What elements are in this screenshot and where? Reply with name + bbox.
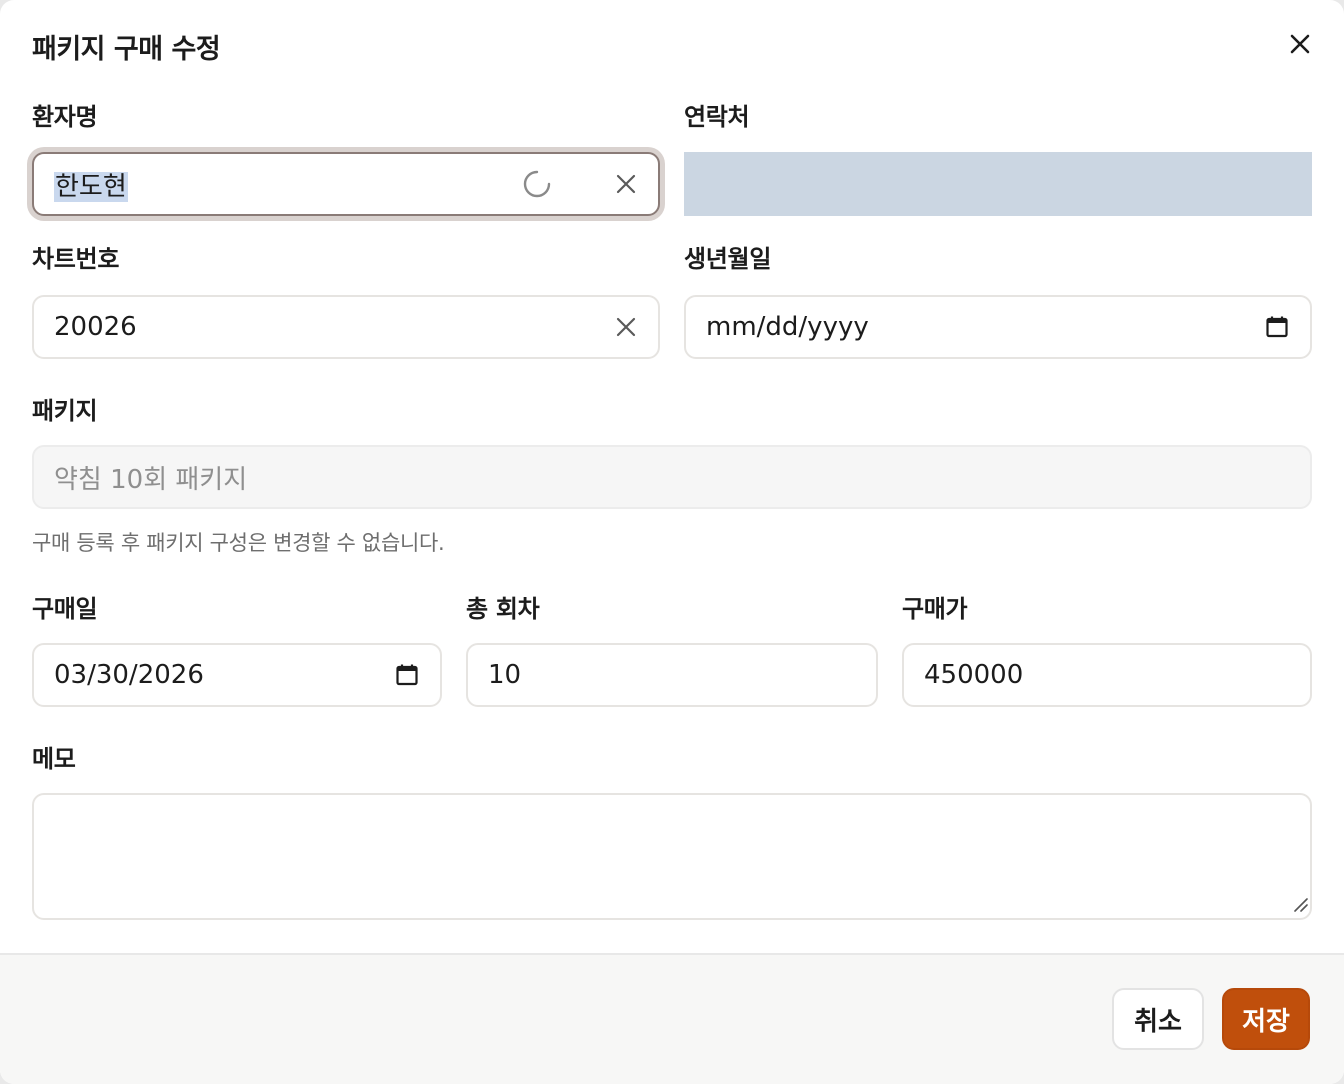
total-sessions-input[interactable]: 10 (466, 643, 878, 707)
package-label: 패키지 (32, 397, 98, 425)
memo-label: 메모 (32, 745, 76, 773)
total-sessions-label: 총 회차 (466, 595, 540, 623)
patient-name-input[interactable]: 한도현 (32, 152, 660, 216)
save-button[interactable]: 저장 (1222, 988, 1310, 1050)
purchase-date-value: 03/30/2026 (54, 660, 204, 690)
close-icon (1288, 32, 1312, 60)
loading-spinner-icon (522, 169, 552, 199)
birthdate-placeholder: mm/dd/yyyy (706, 312, 869, 342)
contact-label: 연락처 (684, 103, 750, 131)
contact-input[interactable] (684, 152, 1312, 216)
calendar-picker-button[interactable] (1264, 314, 1290, 340)
resize-handle-icon[interactable] (1290, 894, 1308, 916)
patient-name-value: 한도현 (54, 171, 128, 202)
patient-name-label: 환자명 (32, 103, 98, 131)
chart-number-input[interactable]: 20026 (32, 295, 660, 359)
clear-icon (616, 174, 636, 194)
clear-patient-name-button[interactable] (614, 172, 638, 196)
cancel-button[interactable]: 취소 (1112, 988, 1204, 1050)
package-hint: 구매 등록 후 패키지 구성은 변경할 수 없습니다. (32, 531, 445, 555)
price-label: 구매가 (902, 595, 968, 623)
dialog-title: 패키지 구매 수정 (32, 34, 221, 65)
total-sessions-value: 10 (488, 660, 522, 690)
birthdate-input[interactable]: mm/dd/yyyy (684, 295, 1312, 359)
clear-chart-number-button[interactable] (614, 315, 638, 339)
calendar-picker-button[interactable] (394, 662, 420, 688)
clear-icon (616, 317, 636, 337)
purchase-date-label: 구매일 (32, 595, 98, 623)
calendar-icon (396, 664, 418, 686)
calendar-icon (1266, 316, 1288, 338)
package-value: 약침 10회 패키지 (54, 464, 248, 495)
close-button[interactable] (1282, 28, 1318, 64)
birthdate-label: 생년월일 (684, 245, 772, 273)
price-value: 450000 (924, 660, 1024, 690)
package-input: 약침 10회 패키지 (32, 445, 1312, 509)
memo-textarea[interactable] (32, 793, 1312, 920)
chart-number-value: 20026 (54, 312, 137, 342)
package-purchase-edit-dialog: 패키지 구매 수정 환자명 한도현 연락처 차트번호 20026 생년월일 mm… (0, 0, 1344, 1084)
price-input[interactable]: 450000 (902, 643, 1312, 707)
purchase-date-input[interactable]: 03/30/2026 (32, 643, 442, 707)
chart-number-label: 차트번호 (32, 245, 120, 273)
